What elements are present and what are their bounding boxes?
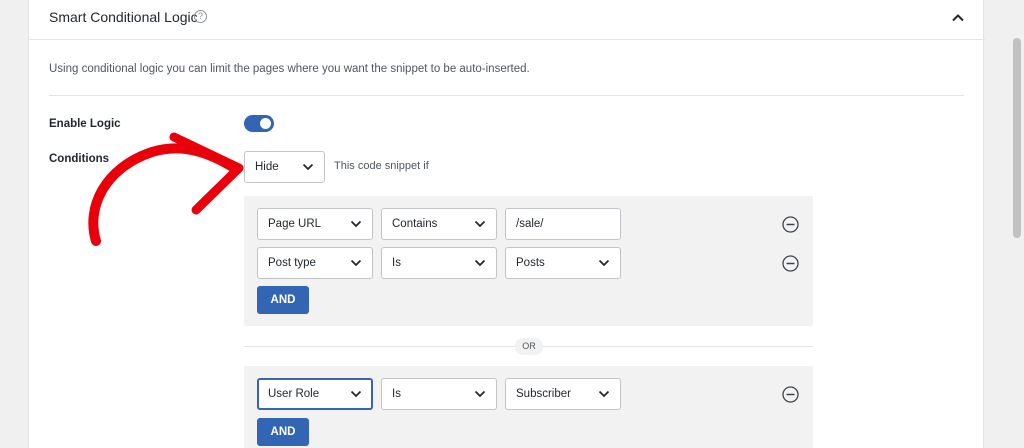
chevron-down-icon <box>474 220 486 228</box>
chevron-down-icon <box>474 390 486 398</box>
rule-value-select[interactable]: Subscriber <box>505 378 621 410</box>
rule-operator-select[interactable]: Contains <box>381 208 497 240</box>
chevron-up-icon[interactable] <box>950 10 966 26</box>
chevron-down-icon <box>350 390 362 398</box>
rule-field-select[interactable]: Post type <box>257 247 373 279</box>
scrollbar-thumb[interactable] <box>1013 38 1021 238</box>
condition-group: User Role Is Subscriber AND <box>244 366 813 448</box>
action-select-value: Hide <box>255 161 279 173</box>
action-select[interactable]: Hide <box>244 151 325 183</box>
action-hint: This code snippet if <box>334 160 429 172</box>
chevron-down-icon <box>598 259 610 267</box>
chevron-down-icon <box>350 220 362 228</box>
rule-field-select[interactable]: Page URL <box>257 208 373 240</box>
remove-circle-icon[interactable] <box>782 386 799 403</box>
condition-group: Page URL Contains /sale/ Post type Is Po… <box>244 196 813 326</box>
rule-operator-value: Is <box>392 388 401 400</box>
rule-operator-value: Is <box>392 257 401 269</box>
rule-value-value: Subscriber <box>516 388 571 400</box>
toggle-knob <box>260 118 271 129</box>
conditional-logic-panel: Smart Conditional Logic ? Using conditio… <box>28 0 985 448</box>
and-button[interactable]: AND <box>257 286 309 314</box>
help-icon[interactable]: ? <box>194 10 207 23</box>
divider <box>49 95 964 96</box>
chevron-down-icon <box>302 163 314 171</box>
panel-header[interactable]: Smart Conditional Logic ? <box>29 0 985 40</box>
panel-description: Using conditional logic you can limit th… <box>49 63 530 75</box>
rule-value-select[interactable]: Posts <box>505 247 621 279</box>
remove-circle-icon[interactable] <box>782 216 799 233</box>
scrollbar[interactable] <box>1010 0 1024 448</box>
rule-value-input[interactable]: /sale/ <box>505 208 621 240</box>
rule-operator-value: Contains <box>392 218 438 230</box>
rule-field-value: Page URL <box>268 218 322 230</box>
panel-title: Smart Conditional Logic <box>49 9 198 25</box>
enable-logic-toggle[interactable] <box>244 115 274 132</box>
and-button[interactable]: AND <box>257 418 309 446</box>
rule-field-value: Post type <box>268 257 316 269</box>
chevron-down-icon <box>474 259 486 267</box>
chevron-down-icon <box>350 259 362 267</box>
enable-logic-label: Enable Logic <box>49 118 121 130</box>
remove-circle-icon[interactable] <box>782 255 799 272</box>
rule-field-select[interactable]: User Role <box>257 378 373 410</box>
or-separator: OR <box>515 338 543 355</box>
chevron-down-icon <box>598 390 610 398</box>
rule-value-value: Posts <box>516 257 545 269</box>
rule-field-value: User Role <box>268 388 320 400</box>
conditions-label: Conditions <box>49 153 110 165</box>
rule-operator-select[interactable]: Is <box>381 247 497 279</box>
rule-operator-select[interactable]: Is <box>381 378 497 410</box>
